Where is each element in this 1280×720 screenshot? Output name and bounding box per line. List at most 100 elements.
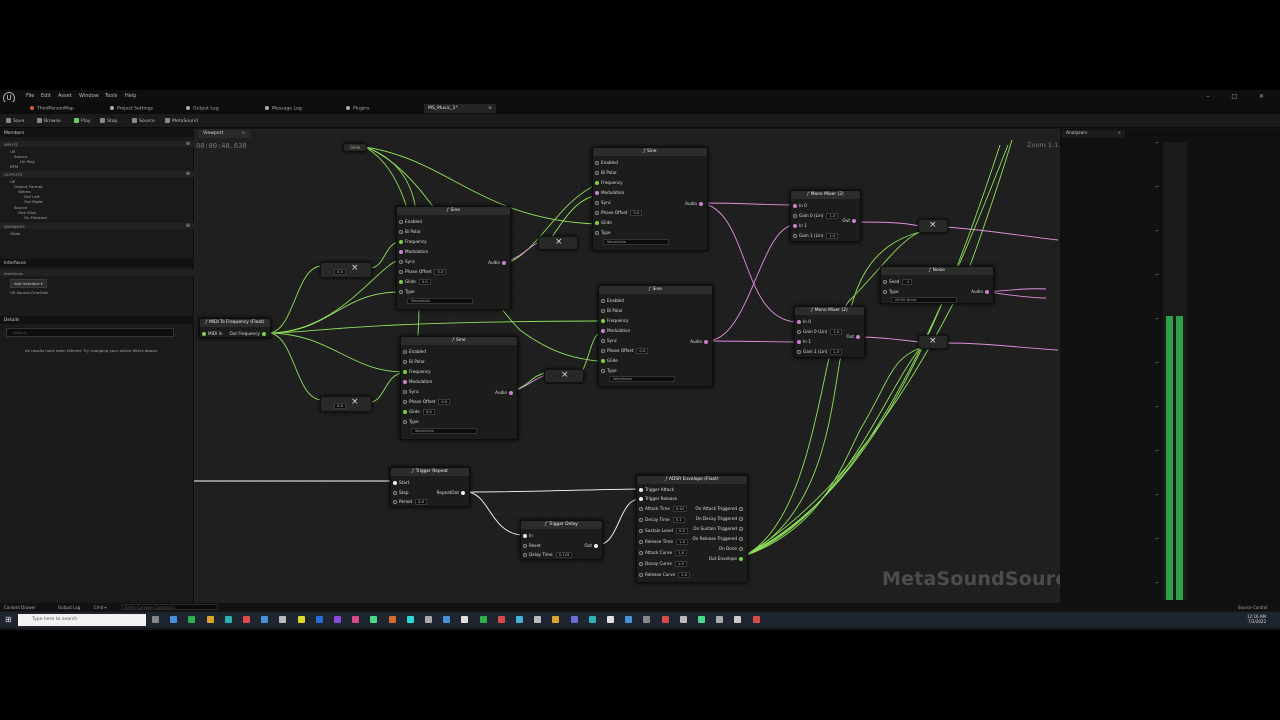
taskbar-app-icon[interactable] xyxy=(661,616,669,623)
audio-out-pin[interactable]: Audio xyxy=(690,339,710,344)
taskbar-app-icon[interactable] xyxy=(716,616,724,623)
frequency-pin[interactable]: Frequency xyxy=(403,369,431,374)
inputs-header[interactable]: INPUTS ⊕ xyxy=(0,141,194,147)
details-search-input[interactable]: Search xyxy=(6,328,174,337)
audio-out-pin[interactable]: Audio xyxy=(685,201,705,206)
content-drawer-button[interactable]: Content Drawer xyxy=(4,605,36,610)
add-interface-button[interactable]: Add Interface ▾ xyxy=(10,279,47,288)
taskbar-app-icon[interactable] xyxy=(570,616,578,623)
menu-asset[interactable]: Asset xyxy=(58,93,72,99)
stop-button[interactable]: Stop xyxy=(100,118,117,124)
close-icon[interactable]: × xyxy=(241,131,245,136)
enabled-pin[interactable]: Enabled xyxy=(601,298,624,303)
taskbar-app-icon[interactable] xyxy=(224,616,232,623)
multiply-node-audio-1[interactable]: × xyxy=(538,236,578,250)
noise-type-dropdown[interactable]: White Noise xyxy=(891,297,957,303)
tree-item[interactable]: BPM xyxy=(10,164,18,169)
on-sustain-triggered-pin[interactable]: On Sustain Triggered xyxy=(693,526,745,531)
phase-offset-value[interactable]: 0.0 xyxy=(434,269,447,275)
taskbar-app-icon[interactable] xyxy=(425,616,432,623)
glide-pin[interactable]: Glide xyxy=(595,220,612,225)
taskbar-app-icon[interactable] xyxy=(534,616,542,623)
taskbar-app-icon[interactable] xyxy=(734,616,742,623)
on-release-triggered-pin[interactable]: On Release Triggered xyxy=(692,536,745,541)
sync-pin[interactable]: Sync xyxy=(403,389,419,394)
gain-0-pin[interactable]: Gain 0 (Lin) 1.0 xyxy=(793,213,839,219)
taskbar-app-icon[interactable] xyxy=(152,616,159,623)
decay-curve-value[interactable]: 1.0 xyxy=(674,561,687,567)
release-curve-pin[interactable]: Release Curve 1.0 xyxy=(639,572,691,578)
attack-time-pin[interactable]: Attack Time 0.01 xyxy=(639,506,688,512)
phase-offset-value[interactable]: 0.0 xyxy=(438,399,451,405)
stop-pin[interactable]: Stop xyxy=(393,490,409,495)
multiplier-value[interactable]: 4.0 xyxy=(334,403,347,409)
tab-project-settings[interactable]: Project Settings xyxy=(106,104,157,113)
viewport-tab[interactable]: Viewport × xyxy=(198,130,251,138)
taskbar-app-icon[interactable] xyxy=(461,616,469,623)
outputs-header[interactable]: OUTPUTS ⊕ xyxy=(0,171,194,177)
taskbar-app-icon[interactable] xyxy=(334,616,341,623)
menu-edit[interactable]: Edit xyxy=(41,93,51,99)
audio-out-pin[interactable]: Audio xyxy=(971,289,991,294)
type-pin[interactable]: Type xyxy=(403,419,419,424)
on-done-pin[interactable]: On Done xyxy=(719,546,745,551)
tree-item[interactable]: On Finished xyxy=(24,215,47,220)
modulation-pin[interactable]: Modulation xyxy=(595,190,624,195)
bipolar-pin[interactable]: Bi Polar xyxy=(399,229,421,234)
out-pin[interactable]: Out xyxy=(846,334,862,339)
modulation-pin[interactable]: Modulation xyxy=(403,379,432,384)
taskbar-app-icon[interactable] xyxy=(188,616,196,623)
tree-item[interactable]: Glide xyxy=(10,231,20,236)
cmd-dropdown[interactable]: Cmd ▾ xyxy=(94,605,107,610)
period-value[interactable]: 4.0 xyxy=(415,499,428,505)
out-envelope-pin[interactable]: Out Envelope xyxy=(709,556,745,561)
gain-0-pin[interactable]: Gain 0 (Lin) 1.0 xyxy=(797,329,843,335)
out-pin[interactable]: Out xyxy=(842,218,858,223)
glide-pin[interactable]: Glide 0.0 xyxy=(403,409,435,415)
release-time-value[interactable]: 1.0 xyxy=(675,539,688,545)
release-time-pin[interactable]: Release Time 1.0 xyxy=(639,539,688,545)
browse-button[interactable]: Browse xyxy=(37,118,61,124)
add-output-icon[interactable]: ⊕ xyxy=(186,171,190,177)
gain-1-pin[interactable]: Gain 1 (Lin) 1.0 xyxy=(797,349,843,355)
tab-ms-music[interactable]: MS_Music_1* × xyxy=(424,104,496,113)
taskbar-app-icon[interactable] xyxy=(206,616,214,623)
taskbar-app-icon[interactable] xyxy=(388,616,396,623)
taskbar-app-icon[interactable] xyxy=(516,616,523,623)
taskbar-app-icon[interactable] xyxy=(170,616,178,623)
trigger-delay-node[interactable]: ƒ Trigger Delay In Reset Delay Time 0.125 … xyxy=(520,520,603,560)
repeat-out-pin[interactable]: RepeatOut xyxy=(437,490,467,495)
sine-node-4[interactable]: ƒ Sine Enabled Bi Polar Frequency Modulat… xyxy=(598,285,713,387)
sync-pin[interactable]: Sync xyxy=(399,259,415,264)
menu-window[interactable]: Window xyxy=(79,93,99,99)
midi-to-frequency-node[interactable]: ƒ MIDI To Frequency (Float) MIDI In Out F… xyxy=(199,318,271,338)
taskbar-search-input[interactable]: Type here to search xyxy=(18,614,146,626)
sustain-level-pin[interactable]: Sustain Level 0.5 xyxy=(639,528,688,534)
type-pin[interactable]: Type xyxy=(595,230,611,235)
in-pin[interactable]: In xyxy=(523,533,533,538)
multiply-node-out-2[interactable]: × xyxy=(918,335,948,349)
on-attack-triggered-pin[interactable]: On Attack Triggered xyxy=(695,506,745,511)
gain-value[interactable]: 1.0 xyxy=(826,233,839,239)
taskbar-app-icon[interactable] xyxy=(625,616,633,623)
bipolar-pin[interactable]: Bi Polar xyxy=(601,308,623,313)
sustain-level-value[interactable]: 0.5 xyxy=(675,528,688,534)
type-pin[interactable]: Type xyxy=(883,289,899,294)
frequency-pin[interactable]: Frequency xyxy=(595,180,623,185)
taskbar-app-icon[interactable] xyxy=(261,616,269,623)
metasound-button[interactable]: MetaSound xyxy=(165,118,198,124)
taskbar-app-icon[interactable] xyxy=(297,616,305,623)
taskbar-clock[interactable]: 12:16 AM 7/3/2022 xyxy=(1247,614,1266,624)
attack-curve-pin[interactable]: Attack Curve 1.0 xyxy=(639,550,688,556)
console-command-input[interactable]: Enter Console Command xyxy=(122,604,218,610)
taskbar-app-icon[interactable] xyxy=(497,616,505,623)
out-frequency-pin[interactable]: Out Frequency xyxy=(229,331,268,336)
modulation-pin[interactable]: Modulation xyxy=(601,328,630,333)
add-input-icon[interactable]: ⊕ xyxy=(186,141,190,147)
type-dropdown[interactable]: Wavetable xyxy=(411,428,477,434)
glide-pin[interactable]: Glide 0.0 xyxy=(399,279,431,285)
glide-pin[interactable]: Glide xyxy=(601,358,618,363)
delay-time-value[interactable]: 0.125 xyxy=(555,552,573,558)
modulation-pin[interactable]: Modulation xyxy=(399,249,428,254)
tree-item[interactable]: On Play xyxy=(20,159,35,164)
